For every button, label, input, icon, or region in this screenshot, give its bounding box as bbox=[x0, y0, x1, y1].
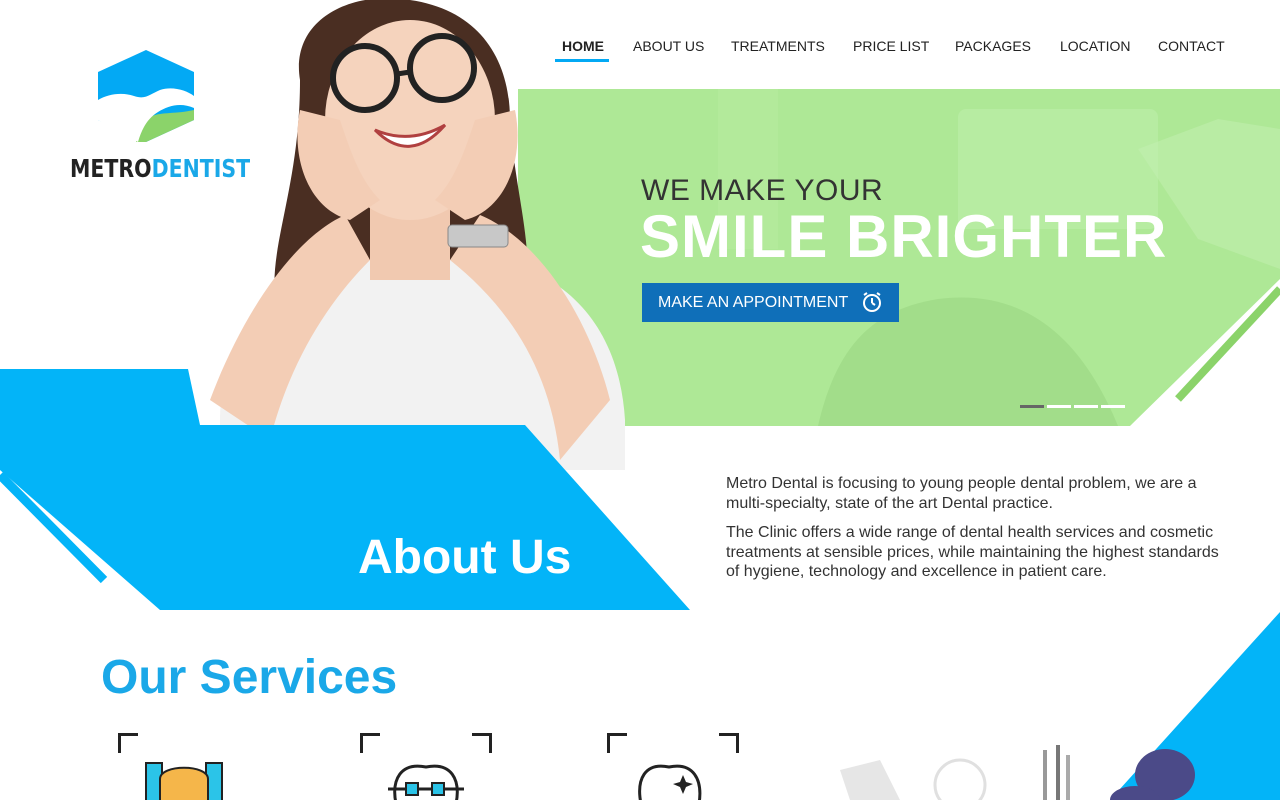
service-card-implant[interactable] bbox=[118, 733, 250, 800]
nav-about-us[interactable]: ABOUT US bbox=[633, 38, 704, 64]
about-paragraph-1: Metro Dental is focusing to young people… bbox=[726, 475, 1197, 512]
alarm-clock-icon bbox=[861, 291, 883, 318]
make-appointment-button[interactable]: MAKE AN APPOINTMENT bbox=[642, 283, 899, 322]
slider-dots bbox=[1020, 405, 1125, 408]
dental-chair-image bbox=[1110, 749, 1195, 800]
braces-icon bbox=[388, 764, 464, 800]
nav-location[interactable]: LOCATION bbox=[1060, 38, 1131, 64]
tooth-implant-icon bbox=[145, 762, 223, 800]
about-us-heading: About Us bbox=[358, 531, 572, 584]
logo-metro: METRO bbox=[70, 154, 152, 183]
corner-bracket bbox=[118, 733, 138, 753]
corner-bracket bbox=[719, 733, 739, 753]
dental-equipment-image bbox=[840, 745, 1070, 800]
slider-dot-1[interactable] bbox=[1020, 405, 1044, 408]
service-card-whitening[interactable] bbox=[607, 733, 739, 800]
slider-dot-4[interactable] bbox=[1101, 405, 1125, 408]
corner-bracket bbox=[472, 733, 492, 753]
about-us-text: Metro Dental is focusing to young people… bbox=[726, 474, 1236, 592]
slider-dot-2[interactable] bbox=[1047, 405, 1071, 408]
nav-treatments[interactable]: TREATMENTS bbox=[731, 38, 825, 64]
our-services-heading: Our Services bbox=[101, 651, 398, 704]
tooth-whitening-icon bbox=[638, 764, 702, 800]
slider-dot-3[interactable] bbox=[1074, 405, 1098, 408]
nav-contact[interactable]: CONTACT bbox=[1158, 38, 1225, 64]
corner-bracket bbox=[360, 733, 380, 753]
cta-label: MAKE AN APPOINTMENT bbox=[658, 293, 849, 311]
hero-title: SMILE BRIGHTER bbox=[640, 203, 1168, 270]
nav-packages[interactable]: PACKAGES bbox=[955, 38, 1031, 64]
smiling-girl-photo bbox=[210, 0, 625, 470]
service-card-braces[interactable] bbox=[360, 733, 492, 800]
about-paragraph-2: The Clinic offers a wide range of dental… bbox=[726, 524, 1219, 580]
nav-price-list[interactable]: PRICE LIST bbox=[853, 38, 929, 64]
corner-bracket bbox=[607, 733, 627, 753]
